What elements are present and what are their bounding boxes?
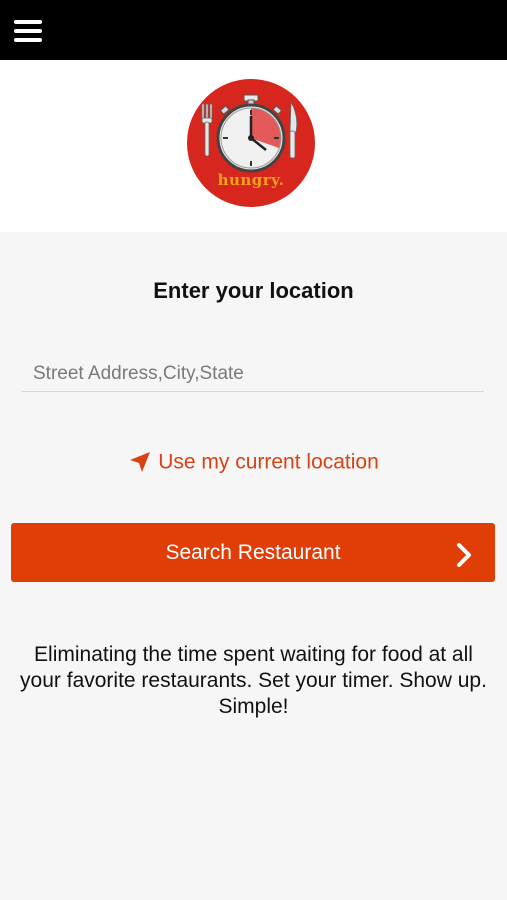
use-current-location-label: Use my current location [158,450,379,474]
search-button-label: Search Restaurant [165,541,341,564]
page-title: Enter your location [153,278,354,303]
chevron-right-icon [457,543,471,567]
top-bar [0,0,507,60]
location-form: Enter your location Use my current locat… [0,232,507,900]
address-input[interactable] [22,356,484,392]
hamburger-menu-icon[interactable] [14,20,42,44]
navigation-arrow-icon [130,452,151,473]
hungry-logo: hungry. [186,78,316,208]
logo-wordmark: hungry. [217,171,285,189]
logo-band: hungry. [0,60,507,232]
tagline-text: Eliminating the time spent waiting for f… [20,643,487,718]
use-current-location-link[interactable]: Use my current location [0,450,507,474]
search-restaurant-button[interactable]: Search Restaurant [11,523,495,582]
